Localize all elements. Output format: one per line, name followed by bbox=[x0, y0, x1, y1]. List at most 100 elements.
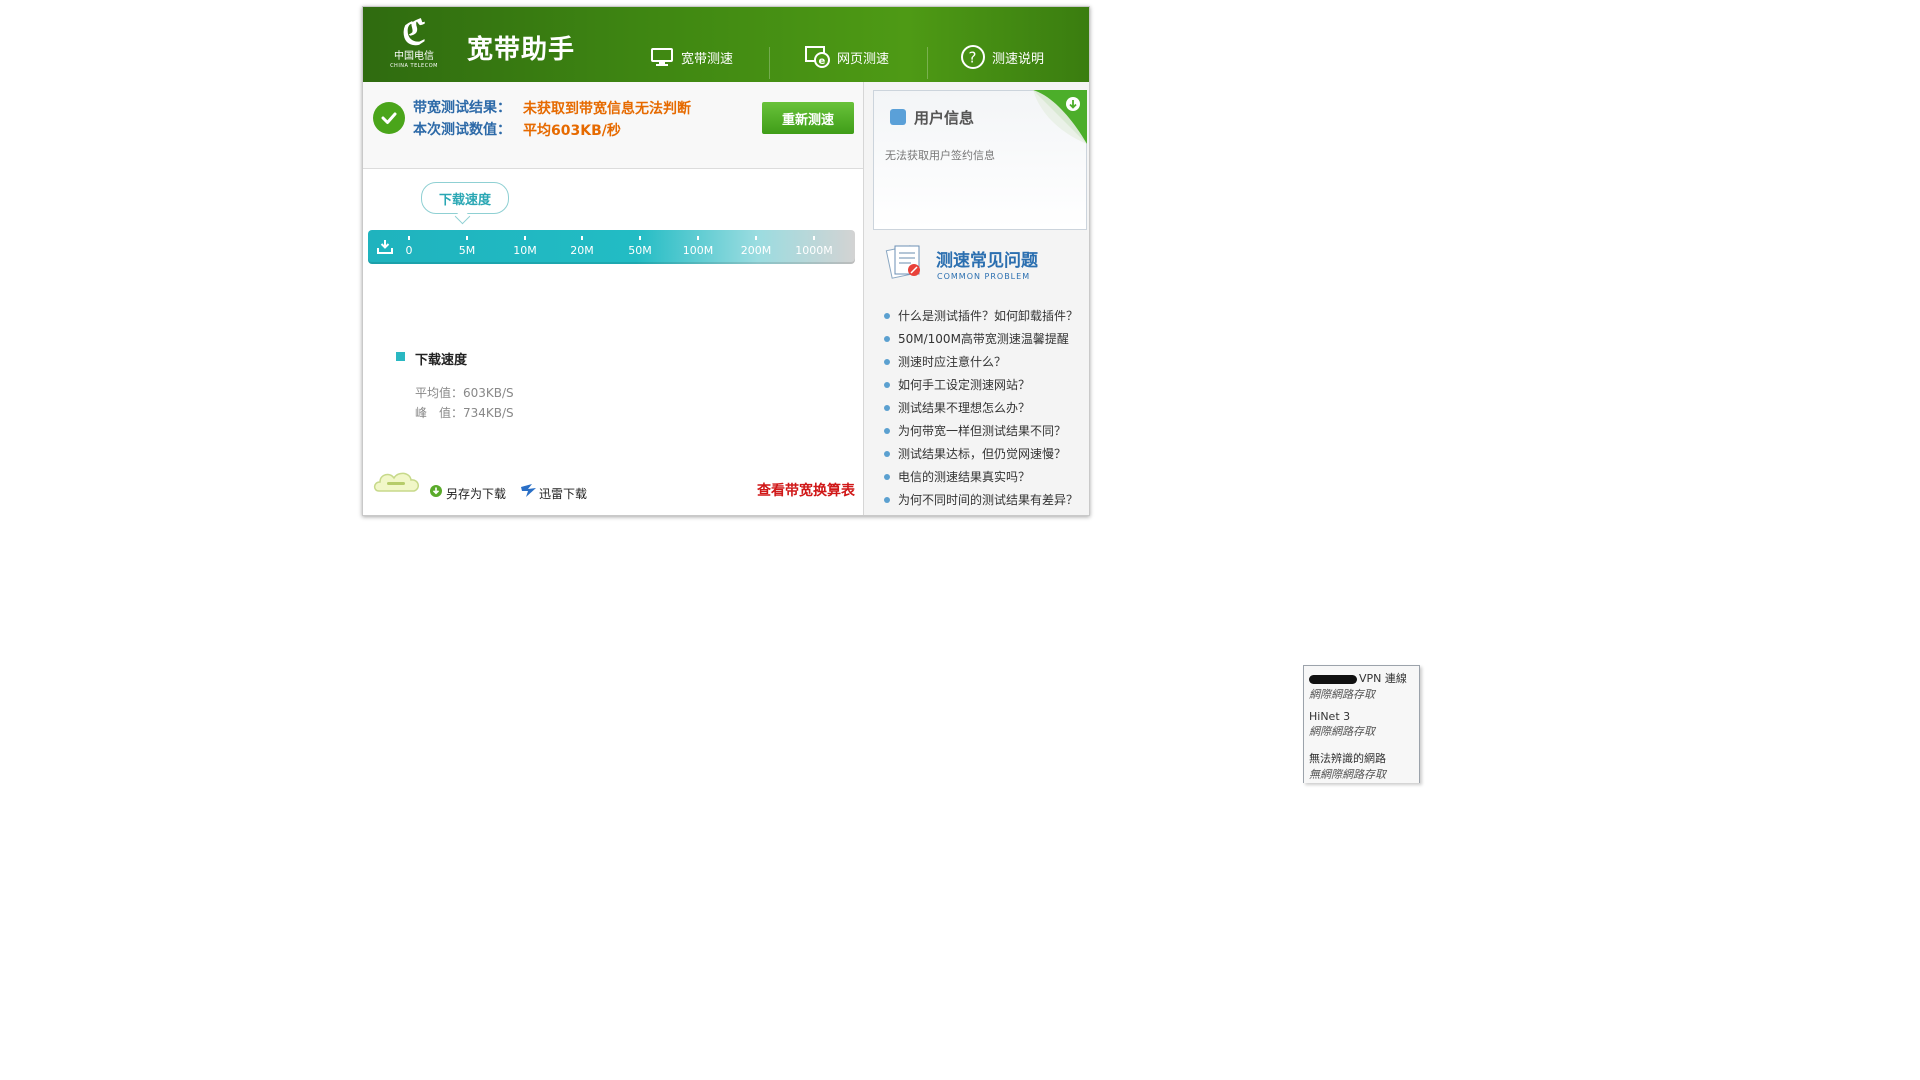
tick-mark bbox=[813, 236, 815, 240]
network-entry-vpn[interactable]: VPN 連線 網際網路存取 bbox=[1309, 670, 1417, 702]
tick-mark bbox=[408, 236, 410, 240]
tick-label: 5M bbox=[458, 244, 476, 257]
tick-label: 100M bbox=[682, 244, 714, 257]
legend-label: 下载速度 bbox=[415, 353, 468, 368]
faq-item-label: 为何不同时间的测试结果有差异？ bbox=[898, 493, 1079, 507]
faq-item[interactable]: 如何手工设定测速网站？ bbox=[884, 373, 1084, 396]
monitor-icon bbox=[649, 45, 675, 69]
browser-e-icon: e bbox=[805, 45, 831, 69]
nav-divider bbox=[769, 47, 770, 79]
faq-item-label: 什么是测试插件？如何卸载插件？ bbox=[898, 309, 1079, 323]
faq-item[interactable]: 为何不同时间的测试结果有差异？ bbox=[884, 488, 1084, 511]
svg-text:e: e bbox=[819, 56, 826, 67]
faq-item[interactable]: 电信的测速结果真实吗？ bbox=[884, 465, 1084, 488]
app-title: 宽带助手 bbox=[467, 35, 576, 65]
network-status: 無網際網路存取 bbox=[1309, 768, 1386, 781]
thunder-bird-icon bbox=[521, 483, 536, 497]
tick-label: 200M bbox=[740, 244, 772, 257]
faq-item-label: 电信的测速结果真实吗？ bbox=[898, 470, 1031, 484]
cloud-badge-icon bbox=[371, 467, 423, 499]
speed-meter-bar: 0 5M 10M 20M 50M 100M 200M 1000M bbox=[368, 230, 855, 264]
question-icon: ? bbox=[960, 45, 986, 69]
user-info-icon bbox=[890, 109, 906, 125]
bullet-icon bbox=[884, 496, 890, 503]
user-info-card: 用户信息 无法获取用户签约信息 bbox=[873, 90, 1087, 230]
faq-item-label: 50M/100M高带宽测速温馨提醒 bbox=[898, 332, 1069, 346]
bandwidth-result-value: 未获取到带宽信息无法判断 bbox=[523, 101, 691, 117]
nav-broadband-test-label: 宽带测速 bbox=[681, 51, 734, 67]
legend-swatch bbox=[396, 352, 405, 361]
faq-item-label: 测速时应注意什么？ bbox=[898, 355, 1007, 369]
tick-label: 1000M bbox=[795, 244, 833, 257]
nav-test-help[interactable]: ? 测速说明 bbox=[960, 45, 1044, 69]
faq-item[interactable]: 为何带宽一样但测试结果不同？ bbox=[884, 419, 1084, 442]
tick-label: 10M bbox=[513, 244, 537, 257]
bullet-icon bbox=[884, 312, 890, 319]
network-name: HiNet 3 bbox=[1309, 710, 1351, 723]
faq-item[interactable]: 测试结果不理想怎么办？ bbox=[884, 396, 1084, 419]
thunder-download-link[interactable]: 迅雷下载 bbox=[520, 479, 587, 502]
tick-mark bbox=[466, 236, 468, 240]
faq-item-label: 如何手工设定测速网站？ bbox=[898, 378, 1031, 392]
bullet-icon bbox=[884, 473, 890, 480]
bullet-icon bbox=[884, 450, 890, 457]
tick-label: 0 bbox=[405, 244, 413, 257]
green-download-icon bbox=[430, 484, 442, 497]
retest-button[interactable]: 重新测速 bbox=[762, 102, 854, 134]
faq-item[interactable]: 测试结果达标，但仍觉网速慢？ bbox=[884, 442, 1084, 465]
bullet-icon bbox=[884, 404, 890, 411]
network-status: 網際網路存取 bbox=[1309, 688, 1375, 701]
sidebar: 用户信息 无法获取用户签约信息 测速常见问题 COMMON PROBLEM 什么… bbox=[864, 82, 1089, 515]
faq-title: 测速常见问题 bbox=[936, 251, 1038, 271]
faq-header: 测速常见问题 COMMON PROBLEM bbox=[877, 242, 1087, 292]
save-as-download-label: 另存为下载 bbox=[446, 487, 507, 501]
average-speed: 平均值：603KB/S bbox=[415, 386, 514, 400]
save-as-download-link[interactable]: 另存为下载 bbox=[429, 479, 506, 502]
redacted-name bbox=[1309, 674, 1357, 684]
bullet-icon bbox=[884, 358, 890, 365]
network-entry-unidentified[interactable]: 無法辨識的網路 無網際網路存取 bbox=[1309, 750, 1417, 782]
bullet-icon bbox=[884, 427, 890, 434]
nav-divider bbox=[927, 47, 928, 79]
page-curl-download-icon[interactable] bbox=[1033, 90, 1087, 144]
tick-label: 50M bbox=[628, 244, 652, 257]
nav-broadband-test[interactable]: 宽带测速 bbox=[649, 45, 733, 69]
check-icon bbox=[373, 102, 405, 134]
nav-test-help-label: 测速说明 bbox=[992, 51, 1045, 67]
network-entry-hinet[interactable]: HiNet 3 網際網路存取 bbox=[1309, 710, 1417, 739]
network-connections-popup: VPN 連線 網際網路存取 HiNet 3 網際網路存取 無法辨識的網路 無網際… bbox=[1303, 665, 1420, 783]
china-telecom-logo: ℭ 中国电信 CHINA TELECOM bbox=[385, 15, 443, 75]
faq-item-label: 测试结果达标，但仍觉网速慢？ bbox=[898, 447, 1067, 461]
network-name: VPN 連線 bbox=[1359, 672, 1407, 685]
tick-mark bbox=[639, 236, 641, 240]
faq-item-label: 为何带宽一样但测试结果不同？ bbox=[898, 424, 1067, 438]
network-name: 無法辨識的網路 bbox=[1309, 752, 1386, 765]
bandwidth-result-label: 带宽测试结果： bbox=[413, 100, 511, 116]
logo-en-text: CHINA TELECOM bbox=[390, 63, 438, 69]
bandwidth-conversion-link[interactable]: 查看带宽换算表 bbox=[757, 480, 855, 500]
logo-cn-text: 中国电信 bbox=[394, 51, 434, 62]
bullet-icon bbox=[884, 381, 890, 388]
faq-item[interactable]: 测速时应注意什么？ bbox=[884, 350, 1084, 373]
nav-webpage-test-label: 网页测速 bbox=[837, 51, 890, 67]
result-summary: 带宽测试结果： 未获取到带宽信息无法判断 本次测试数值： 平均603KB/秒 重… bbox=[363, 82, 863, 169]
download-tray-icon bbox=[376, 239, 394, 255]
tick-mark bbox=[755, 236, 757, 240]
app-header: ℭ 中国电信 CHINA TELECOM 宽带助手 宽带测速 e 网页测速 ? … bbox=[363, 7, 1089, 82]
thunder-download-label: 迅雷下载 bbox=[539, 487, 588, 501]
faq-item[interactable]: 50M/100M高带宽测速温馨提醒 bbox=[884, 327, 1084, 350]
bullet-icon bbox=[884, 335, 890, 342]
faq-item[interactable]: 什么是测试插件？如何卸载插件？ bbox=[884, 304, 1084, 327]
tick-mark bbox=[524, 236, 526, 240]
svg-text:?: ? bbox=[969, 49, 977, 67]
peak-speed: 峰 值：734KB/S bbox=[415, 406, 514, 420]
user-info-message: 无法获取用户签约信息 bbox=[885, 149, 995, 162]
tick-label: 20M bbox=[570, 244, 594, 257]
test-value: 平均603KB/秒 bbox=[523, 123, 621, 139]
broadband-assistant-window: ℭ 中国电信 CHINA TELECOM 宽带助手 宽带测速 e 网页测速 ? … bbox=[362, 6, 1090, 516]
network-status: 網際網路存取 bbox=[1309, 725, 1375, 738]
speed-type-bubble: 下载速度 bbox=[421, 182, 509, 214]
test-value-label: 本次测试数值： bbox=[413, 122, 511, 138]
telecom-logo-icon: ℭ bbox=[402, 13, 426, 53]
nav-webpage-test[interactable]: e 网页测速 bbox=[805, 45, 889, 69]
